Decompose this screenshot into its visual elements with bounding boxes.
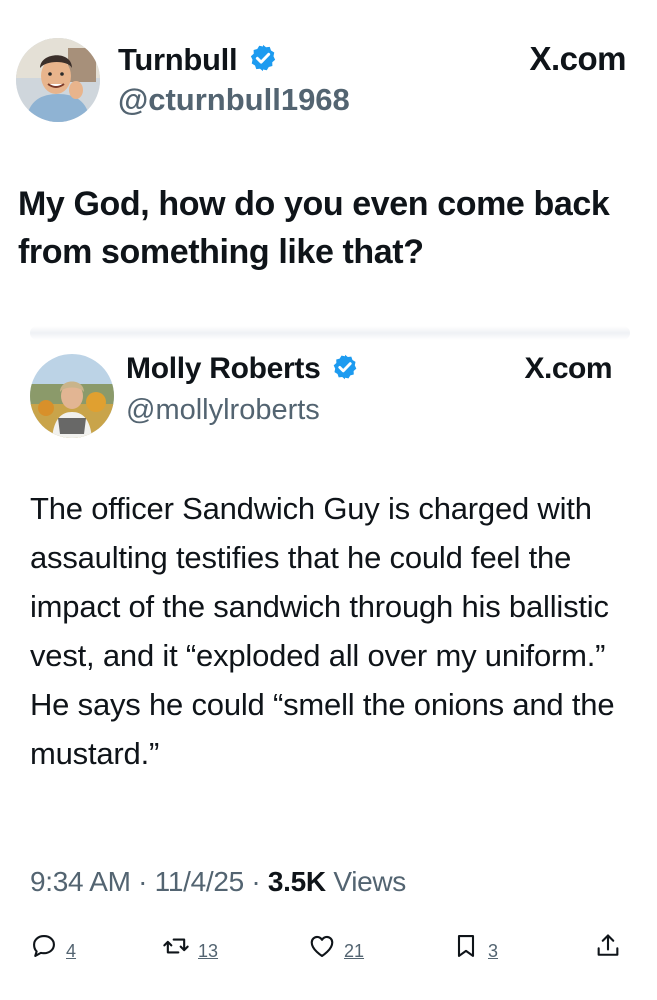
- avatar-photo-icon: [30, 354, 114, 438]
- bookmark-button[interactable]: 3: [452, 928, 498, 964]
- share-icon: [597, 934, 619, 956]
- action-bar: 4 13 21 3: [30, 928, 626, 968]
- verified-badge-icon: [331, 353, 359, 386]
- like-button[interactable]: 21: [308, 928, 364, 964]
- avatar[interactable]: [16, 38, 100, 122]
- author-info: Turnbull @cturnbull1968: [118, 42, 350, 118]
- quote-divider: [30, 326, 630, 340]
- share-button[interactable]: [594, 928, 622, 964]
- brand-logo: X.com: [529, 40, 626, 77]
- like-count[interactable]: 21: [344, 941, 364, 962]
- verified-badge-icon: [248, 43, 278, 78]
- avatar-illustration-icon: [16, 38, 100, 122]
- quoted-post-header: Molly Roberts @mollylroberts X.com: [30, 350, 612, 440]
- bookmark-icon: [457, 935, 475, 957]
- display-name[interactable]: Turnbull: [118, 42, 238, 78]
- repost-icon: [163, 938, 189, 954]
- views-count[interactable]: 3.5K: [268, 866, 326, 897]
- reply-icon: [33, 935, 55, 957]
- heart-icon: [310, 935, 334, 957]
- post-text: My God, how do you even come back from s…: [18, 185, 610, 271]
- quoted-user-handle[interactable]: @mollylroberts: [126, 394, 359, 427]
- post-time[interactable]: 9:34 AM: [30, 866, 131, 897]
- quoted-display-name[interactable]: Molly Roberts: [126, 352, 321, 386]
- bookmark-count[interactable]: 3: [488, 941, 498, 962]
- reply-button[interactable]: 4: [30, 928, 76, 964]
- post-metadata: 9:34 AM · 11/4/25 · 3.5K Views: [30, 866, 406, 898]
- views-label: Views: [333, 866, 407, 897]
- post-date[interactable]: 11/4/25: [155, 866, 245, 897]
- outer-post-header: Turnbull @cturnbull1968 X.com: [16, 38, 626, 124]
- repost-button[interactable]: 13: [162, 928, 218, 964]
- meta-separator: ·: [138, 866, 148, 897]
- quoted-author-info: Molly Roberts @mollylroberts: [126, 352, 359, 427]
- reply-count[interactable]: 4: [66, 941, 76, 962]
- quoted-brand-logo: X.com: [524, 352, 612, 385]
- quoted-post-text: The officer Sandwich Guy is charged with…: [30, 491, 615, 771]
- repost-count[interactable]: 13: [198, 941, 218, 962]
- quoted-avatar[interactable]: [30, 354, 114, 438]
- meta-separator: ·: [251, 866, 261, 897]
- user-handle[interactable]: @cturnbull1968: [118, 82, 350, 118]
